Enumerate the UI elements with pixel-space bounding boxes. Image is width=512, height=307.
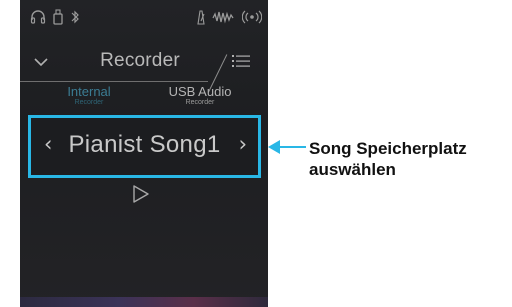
usb-drive-icon <box>52 9 64 25</box>
song-selector: ‹ Pianist Song1 › <box>28 115 261 178</box>
callout-label: Song Speicherplatz auswählen <box>309 138 509 180</box>
headphones-icon <box>30 9 46 25</box>
header-divider <box>20 81 208 82</box>
callout-line-1: Song Speicherplatz <box>309 139 467 158</box>
status-bar <box>20 0 268 34</box>
recorder-tabs: Internal Recorder USB Audio Recorder <box>20 84 268 114</box>
callout-line-2: auswählen <box>309 160 396 179</box>
tab-sublabel: Recorder <box>185 99 215 106</box>
metronome-icon <box>196 9 206 25</box>
page-title: Recorder <box>100 50 180 71</box>
chevron-down-icon[interactable] <box>34 54 48 72</box>
next-song-button[interactable]: › <box>239 132 247 156</box>
tab-usb-audio-recorder[interactable]: USB Audio Recorder <box>145 84 255 107</box>
tab-internal-recorder[interactable]: Internal Recorder <box>34 84 144 107</box>
song-name: Pianist Song1 <box>68 131 221 158</box>
bottom-bar <box>20 297 268 307</box>
piano-app-screen: Recorder Internal Recorder USB Audio Rec… <box>20 0 268 307</box>
tab-label: USB Audio <box>168 84 232 99</box>
header: Recorder <box>20 44 268 80</box>
callout-arrow-line <box>276 146 306 148</box>
tab-sublabel: Recorder <box>74 99 104 106</box>
bluetooth-icon <box>70 9 80 25</box>
menu-list-icon[interactable] <box>232 54 250 73</box>
audio-wave-icon <box>212 9 234 25</box>
tab-label: Internal <box>67 84 111 99</box>
play-icon[interactable] <box>132 184 150 209</box>
previous-song-button[interactable]: ‹ <box>44 132 52 156</box>
wireless-icon <box>242 9 262 25</box>
